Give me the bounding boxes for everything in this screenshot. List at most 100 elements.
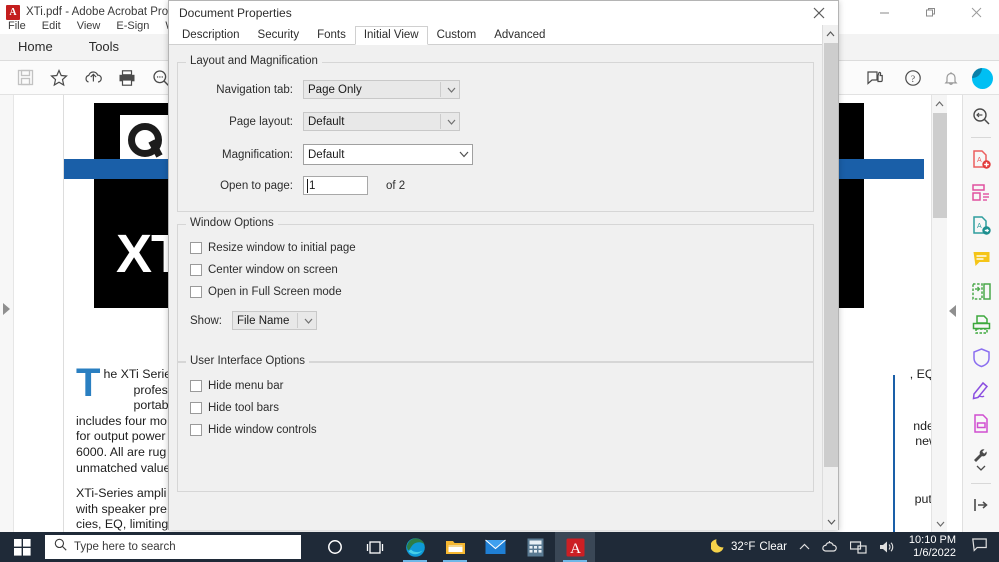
search-documents-icon[interactable] [968,104,994,128]
resize-window-checkbox-row[interactable]: Resize window to initial page [190,242,356,254]
save-icon[interactable] [8,63,42,93]
taskbar-clock[interactable]: 10:10 PM 1/6/2022 [901,534,964,560]
navigation-tab-select[interactable]: Page Only [303,80,460,99]
tab-advanced[interactable]: Advanced [485,26,554,45]
redact-icon[interactable] [968,411,994,435]
show-label: Show: [190,314,222,327]
scroll-up-icon[interactable] [932,95,947,112]
scroll-down-icon[interactable] [932,515,948,532]
tab-custom[interactable]: Custom [428,26,486,45]
print-icon[interactable] [110,63,144,93]
show-select[interactable]: File Name [231,311,317,330]
body-line-5: for output power [76,429,166,444]
close-button[interactable] [953,0,999,24]
compress-pdf-icon[interactable] [968,279,994,303]
mail-icon[interactable] [475,532,515,562]
weather-widget[interactable]: 32°F Clear [705,532,793,562]
show-hidden-icons-chevron[interactable] [793,532,816,562]
menu-edit[interactable]: Edit [34,19,69,33]
document-scroll-thumb[interactable] [933,113,947,218]
file-explorer-icon[interactable] [435,532,475,562]
right-frag-1: , EQ, [909,367,931,381]
organize-pages-icon[interactable] [968,180,994,204]
dialog-scroll-down-icon[interactable] [823,513,839,530]
hide-window-controls-row[interactable]: Hide window controls [190,424,317,436]
windows-taskbar: Type here to search A 32°F Clear 10:10 P… [0,532,999,562]
upload-cloud-icon[interactable] [76,63,110,93]
body2-line-3: cies, EQ, limiting [76,517,169,532]
menu-esign[interactable]: E-Sign [108,19,157,33]
more-tools-icon[interactable] [968,444,994,474]
hide-tool-bars-row[interactable]: Hide tool bars [190,402,279,414]
windows-start-icon[interactable] [0,532,44,562]
dialog-scrollbar[interactable] [822,25,838,530]
open-to-page-input[interactable]: 1 [303,176,368,195]
layout-magnification-group: Layout and Magnification Navigation tab:… [177,55,814,212]
hide-menu-bar-checkbox[interactable] [190,380,202,392]
volume-icon[interactable] [873,532,901,562]
document-scrollbar[interactable] [931,95,947,532]
full-screen-checkbox[interactable] [190,286,202,298]
protect-icon[interactable] [968,345,994,369]
body-line-6: 6000. All are rug [76,444,167,459]
feedback-icon[interactable] [858,63,892,93]
tab-security[interactable]: Security [249,26,309,45]
collapse-panel-icon[interactable] [968,493,994,517]
expand-navigation-pane-icon[interactable] [3,303,10,315]
resize-window-checkbox[interactable] [190,242,202,254]
export-pdf-icon[interactable]: A [968,213,994,237]
tab-home[interactable]: Home [0,35,71,60]
clock-time: 10:10 PM [908,534,956,546]
microsoft-edge-icon[interactable] [395,532,435,562]
menu-file[interactable]: File [0,19,34,33]
help-icon[interactable]: ? [896,63,930,93]
search-input[interactable]: Type here to search [45,535,301,559]
body2-line-2: with speaker pre [76,501,167,516]
hide-menu-bar-row[interactable]: Hide menu bar [190,380,283,392]
tab-fonts[interactable]: Fonts [308,26,355,45]
onedrive-icon[interactable] [816,532,844,562]
star-icon[interactable] [42,63,76,93]
hide-window-controls-checkbox[interactable] [190,424,202,436]
fill-and-sign-icon[interactable] [968,378,994,402]
collapse-right-panel-icon[interactable] [949,305,956,317]
menu-view[interactable]: View [69,19,109,33]
notifications-bell-icon[interactable] [934,63,968,93]
tools-rail: A A [962,95,999,532]
weather-temperature: 32°F [731,541,756,553]
open-to-page-value: 1 [309,179,316,192]
create-pdf-icon[interactable]: A [968,147,994,171]
hide-tool-bars-checkbox[interactable] [190,402,202,414]
center-window-checkbox[interactable] [190,264,202,276]
tab-initial-view[interactable]: Initial View [354,26,428,45]
show-value: File Name [236,314,290,327]
network-icon[interactable] [844,532,873,562]
minimize-button[interactable] [861,0,907,24]
full-screen-checkbox-row[interactable]: Open in Full Screen mode [190,286,342,298]
notifications-icon[interactable] [964,537,995,557]
restore-button[interactable] [907,0,953,24]
navigation-tab-value: Page Only [308,83,362,96]
dialog-tab-bar: Description Security Fonts Initial View … [169,25,838,45]
page-layout-select[interactable]: Default [303,112,460,131]
search-placeholder: Type here to search [74,541,176,553]
hide-tool-bars-label: Hide tool bars [208,402,279,414]
magnification-select[interactable]: Default [303,144,473,165]
adobe-acrobat-icon[interactable]: A [555,532,595,562]
calculator-icon[interactable] [515,532,555,562]
dialog-scroll-up-icon[interactable] [823,25,838,42]
dialog-close-button[interactable] [800,1,838,25]
task-view-icon[interactable] [355,532,395,562]
open-to-page-row: Open to page: 1 of 2 [178,176,798,195]
tab-tools[interactable]: Tools [71,35,137,60]
body-line-4: includes four mo [76,413,167,428]
document-properties-dialog: Document Properties Description Security… [168,0,839,530]
center-window-checkbox-row[interactable]: Center window on screen [190,264,338,276]
tab-description[interactable]: Description [173,26,249,45]
account-avatar[interactable] [972,67,993,89]
scan-ocr-icon[interactable] [968,312,994,336]
comment-icon[interactable] [968,246,994,270]
cortana-icon[interactable] [315,532,355,562]
dialog-scroll-thumb[interactable] [824,43,838,467]
page-layout-label: Page layout: [229,115,293,128]
